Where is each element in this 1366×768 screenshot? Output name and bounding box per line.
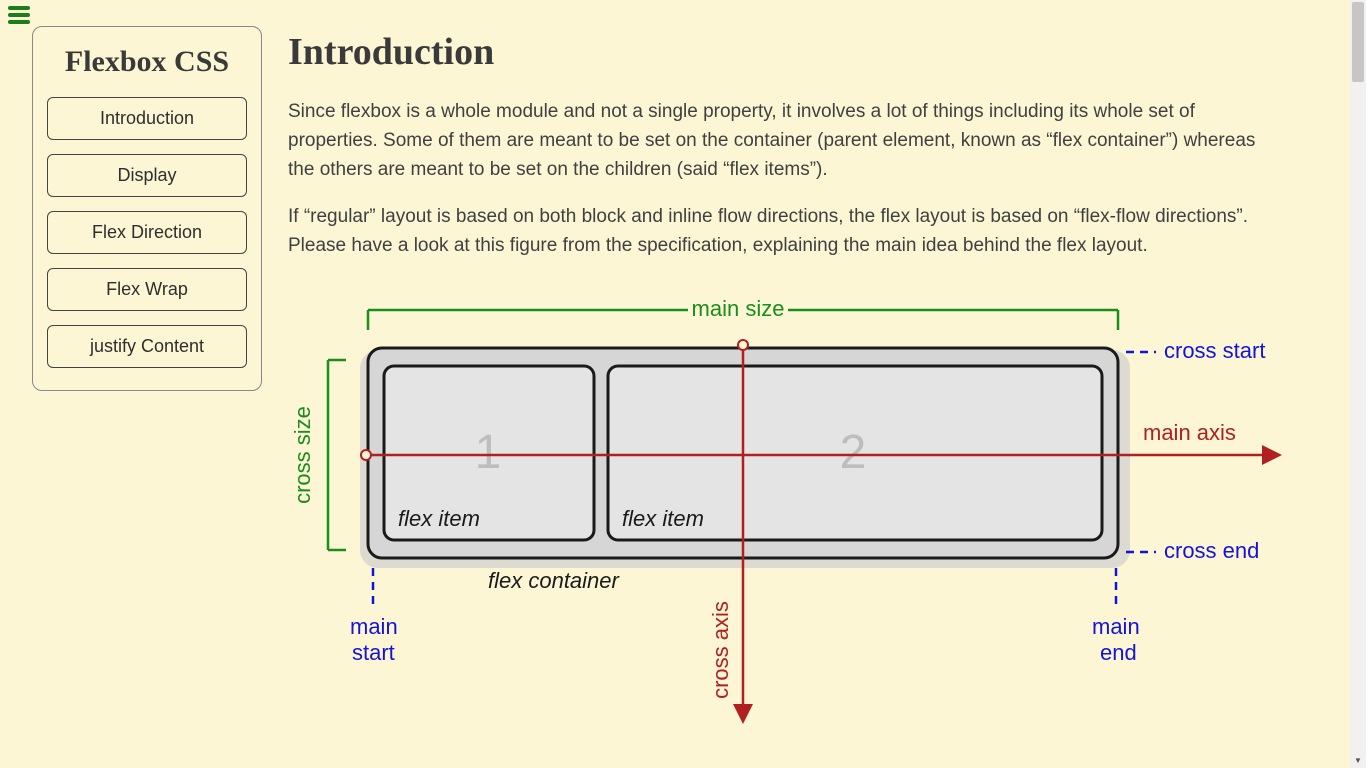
scrollbar-thumb[interactable]: [1352, 2, 1364, 82]
intro-paragraph-2: If “regular” layout is based on both blo…: [288, 203, 1268, 261]
page-title: Introduction: [288, 30, 1298, 74]
label-cross-end: cross end: [1164, 538, 1259, 563]
label-flex-container: flex container: [488, 568, 621, 593]
label-cross-start: cross start: [1164, 338, 1265, 363]
nav-item-flex-wrap[interactable]: Flex Wrap: [47, 268, 247, 311]
label-main-start-l2: start: [352, 640, 395, 665]
flexbox-diagram: main size cross size 1 2 flex item flex …: [288, 290, 1288, 730]
nav-item-introduction[interactable]: Introduction: [47, 97, 247, 140]
label-main-start-l1: main: [350, 614, 398, 639]
nav-item-display[interactable]: Display: [47, 154, 247, 197]
nav-item-justify-content[interactable]: justify Content: [47, 325, 247, 368]
label-main-size: main size: [692, 296, 785, 321]
hamburger-menu-icon[interactable]: [8, 6, 30, 24]
scrollbar[interactable]: ▼: [1350, 0, 1366, 768]
label-main-end-l1: main: [1092, 614, 1140, 639]
scrollbar-down-icon[interactable]: ▼: [1350, 752, 1366, 768]
label-flex-item-1: flex item: [398, 506, 480, 531]
intro-paragraph-1: Since flexbox is a whole module and not …: [288, 98, 1268, 185]
label-main-end-l2: end: [1100, 640, 1137, 665]
main-content: Introduction Since flexbox is a whole mo…: [288, 30, 1298, 730]
label-item2-num: 2: [840, 426, 867, 479]
label-main-axis: main axis: [1143, 420, 1236, 445]
label-cross-size: cross size: [290, 406, 315, 504]
label-cross-axis: cross axis: [708, 601, 733, 699]
label-flex-item-2: flex item: [622, 506, 704, 531]
label-item1-num: 1: [475, 426, 502, 479]
sidebar-title: Flexbox CSS: [47, 45, 247, 79]
nav-item-flex-direction[interactable]: Flex Direction: [47, 211, 247, 254]
sidebar: Flexbox CSS Introduction Display Flex Di…: [32, 26, 262, 391]
